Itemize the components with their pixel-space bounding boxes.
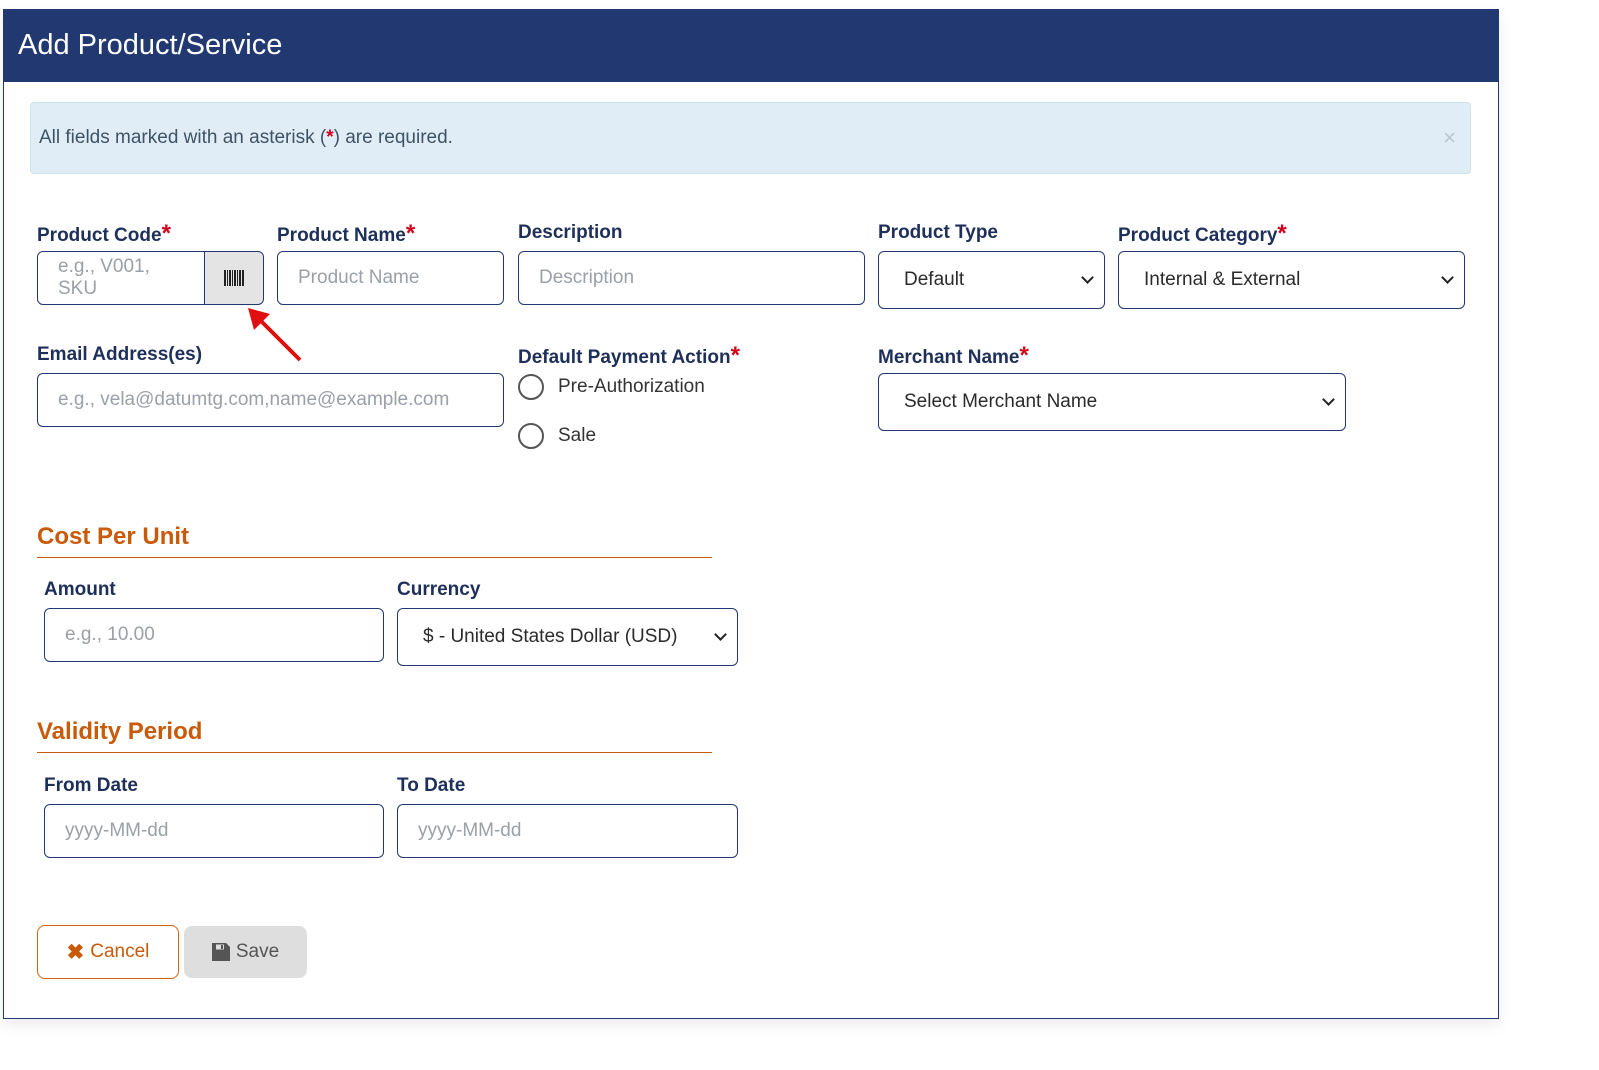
- merchant-name-select[interactable]: Select Merchant Name: [878, 373, 1346, 431]
- alert-text-end: ) are required.: [333, 127, 453, 148]
- product-category-select[interactable]: Internal & External: [1118, 251, 1465, 309]
- amount-input[interactable]: e.g., 10.00: [44, 608, 384, 662]
- description-label: Description: [518, 222, 623, 243]
- from-date-input[interactable]: yyyy-MM-dd: [44, 804, 384, 858]
- chevron-down-icon: [1441, 271, 1454, 284]
- alert-text: All fields marked with an asterisk (: [39, 127, 327, 148]
- cost-per-unit-heading: Cost Per Unit: [37, 523, 190, 550]
- radio-button[interactable]: [518, 374, 544, 400]
- barcode-scan-button[interactable]: [204, 251, 264, 305]
- chevron-down-icon: [1322, 393, 1335, 406]
- currency-select[interactable]: $ - United States Dollar (USD): [397, 608, 738, 666]
- divider: [37, 557, 712, 558]
- email-input[interactable]: e.g., vela@datumtg.com,name@example.com: [37, 373, 504, 427]
- save-button[interactable]: Save: [184, 926, 307, 978]
- payment-action-label: Default Payment Action*: [518, 342, 740, 369]
- red-arrow-annotation: [248, 308, 302, 362]
- product-category-label: Product Category*: [1118, 220, 1287, 247]
- product-name-input[interactable]: Product Name: [277, 251, 504, 305]
- chevron-down-icon: [1081, 271, 1094, 284]
- validity-period-heading: Validity Period: [37, 718, 203, 745]
- radio-pre-authorization[interactable]: Pre-Authorization: [518, 374, 705, 400]
- amount-label: Amount: [44, 579, 116, 600]
- currency-label: Currency: [397, 579, 481, 600]
- product-type-label: Product Type: [878, 222, 998, 243]
- close-icon[interactable]: ×: [1443, 125, 1456, 151]
- asterisk: *: [326, 127, 334, 148]
- required-fields-alert: All fields marked with an asterisk (*) a…: [30, 102, 1471, 174]
- merchant-name-label: Merchant Name*: [878, 342, 1029, 369]
- barcode-icon: [224, 270, 244, 286]
- to-date-label: To Date: [397, 775, 466, 796]
- product-code-label: Product Code*: [37, 220, 171, 247]
- to-date-input[interactable]: yyyy-MM-dd: [397, 804, 738, 858]
- product-name-label: Product Name*: [277, 220, 416, 247]
- email-label: Email Address(es): [37, 344, 203, 365]
- from-date-label: From Date: [44, 775, 138, 796]
- description-input[interactable]: Description: [518, 251, 865, 305]
- chevron-down-icon: [714, 628, 727, 641]
- divider: [37, 752, 712, 753]
- close-icon: ✖: [66, 940, 85, 964]
- product-code-input[interactable]: e.g., V001, SKU: [37, 251, 205, 305]
- page-title: Add Product/Service: [3, 9, 1499, 82]
- radio-sale[interactable]: Sale: [518, 423, 596, 449]
- cancel-button[interactable]: ✖ Cancel: [37, 925, 179, 979]
- radio-button[interactable]: [518, 423, 544, 449]
- floppy-disk-icon: [211, 943, 230, 961]
- product-type-select[interactable]: Default: [878, 251, 1105, 309]
